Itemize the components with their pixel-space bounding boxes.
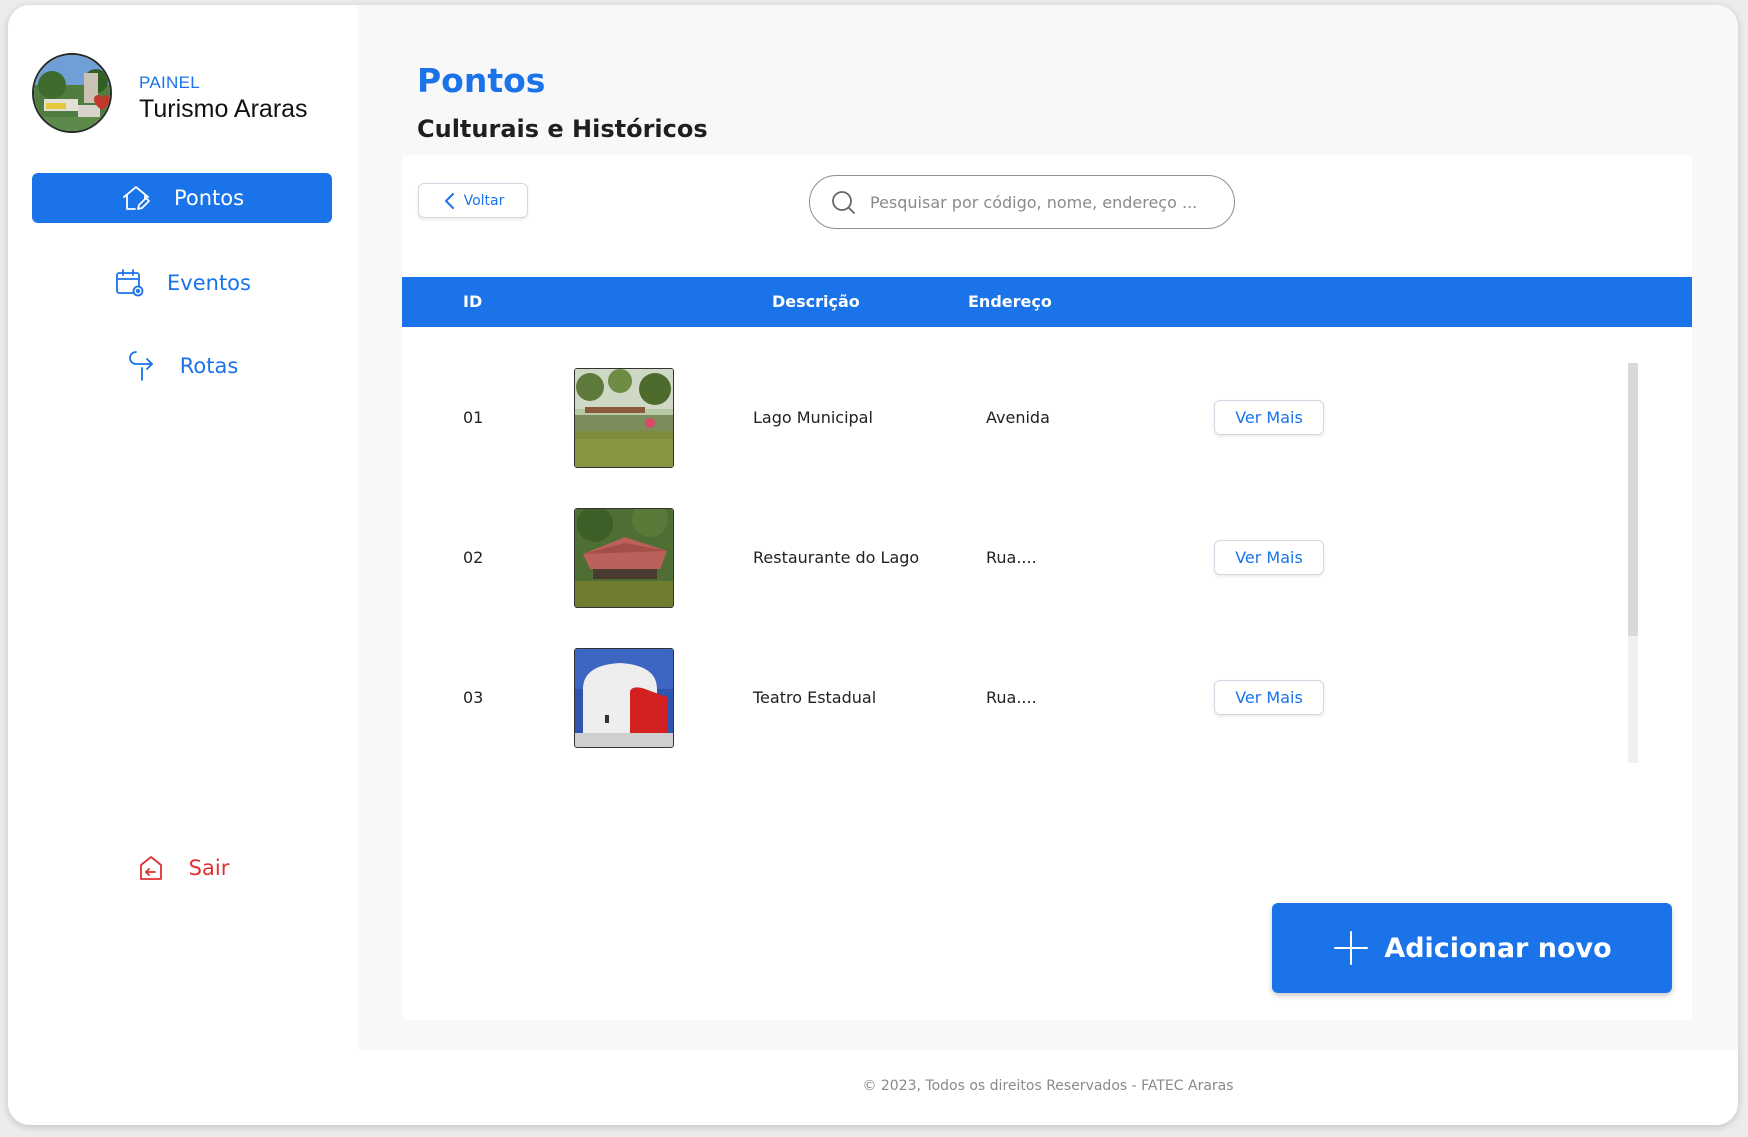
page-title: Pontos <box>417 61 546 100</box>
row-thumbnail <box>574 648 674 748</box>
row-endereco: Avenida <box>986 408 1050 427</box>
nav-item-pontos[interactable]: Pontos <box>32 173 332 223</box>
row-descricao: Teatro Estadual <box>753 688 877 707</box>
row-id: 02 <box>463 548 484 567</box>
calendar-location-icon <box>116 269 144 297</box>
search-box <box>809 175 1235 229</box>
column-header-endereco: Endereço <box>968 292 1052 311</box>
logout-icon <box>139 856 162 880</box>
profile-header: PAINEL Turismo Araras <box>32 53 332 137</box>
row-endereco: Rua.... <box>986 688 1037 707</box>
avatar <box>32 53 112 133</box>
column-header-descricao: Descrição <box>772 292 860 311</box>
nav-item-label: Pontos <box>173 186 245 210</box>
table-row: 03 Teatro Estadual Rua.... Ver Mais <box>402 648 1632 748</box>
page-subtitle: Culturais e Históricos <box>417 115 708 143</box>
nav-item-label: Sair <box>188 856 230 880</box>
search-input[interactable] <box>870 192 1210 212</box>
row-id: 01 <box>463 408 484 427</box>
row-descricao: Lago Municipal <box>753 408 873 427</box>
back-button-label: Voltar <box>463 192 505 209</box>
route-arrow-icon <box>128 351 153 381</box>
table-header: ID Descrição Endereço <box>402 277 1692 327</box>
main-content: Pontos Culturais e Históricos Voltar ID … <box>358 5 1738 1050</box>
ver-mais-button[interactable]: Ver Mais <box>1214 540 1324 575</box>
scrollbar[interactable] <box>1628 363 1638 763</box>
plus-icon <box>1334 931 1369 965</box>
nav-item-rotas[interactable]: Rotas <box>32 341 332 391</box>
app-window: PAINEL Turismo Araras Pontos Eventos Rot… <box>8 5 1738 1125</box>
column-header-id: ID <box>463 292 483 311</box>
profile-title: Turismo Araras <box>139 95 308 123</box>
row-endereco: Rua.... <box>986 548 1037 567</box>
add-new-button[interactable]: Adicionar novo <box>1272 903 1672 993</box>
copyright-text: © 2023, Todos os direitos Reservados - F… <box>862 1078 1234 1094</box>
scrollbar-thumb[interactable] <box>1628 363 1638 636</box>
sidebar: PAINEL Turismo Araras Pontos Eventos Rot… <box>8 5 358 1125</box>
ver-mais-button[interactable]: Ver Mais <box>1214 400 1324 435</box>
nav-item-sair[interactable]: Sair <box>32 843 332 893</box>
ver-mais-button[interactable]: Ver Mais <box>1214 680 1324 715</box>
search-icon <box>832 191 855 214</box>
table-row: 01 Lago Municipal Avenida Ver Mais <box>402 368 1632 468</box>
home-icon <box>123 186 150 210</box>
back-button[interactable]: Voltar <box>418 183 528 218</box>
nav-item-label: Rotas <box>179 354 239 378</box>
content-card: Voltar ID Descrição Endereço 01 <box>402 155 1692 1020</box>
chevron-left-icon <box>444 192 454 209</box>
row-id: 03 <box>463 688 484 707</box>
row-descricao: Restaurante do Lago <box>753 548 920 567</box>
nav-item-eventos[interactable]: Eventos <box>32 258 332 308</box>
nav-item-label: Eventos <box>167 271 251 295</box>
profile-subtitle: PAINEL <box>139 73 201 92</box>
footer: © 2023, Todos os direitos Reservados - F… <box>358 1050 1738 1125</box>
row-thumbnail <box>574 508 674 608</box>
row-thumbnail <box>574 368 674 468</box>
table-row: 02 Restaurante do Lago Rua.... Ver Mais <box>402 508 1632 608</box>
add-new-label: Adicionar novo <box>1384 932 1612 964</box>
